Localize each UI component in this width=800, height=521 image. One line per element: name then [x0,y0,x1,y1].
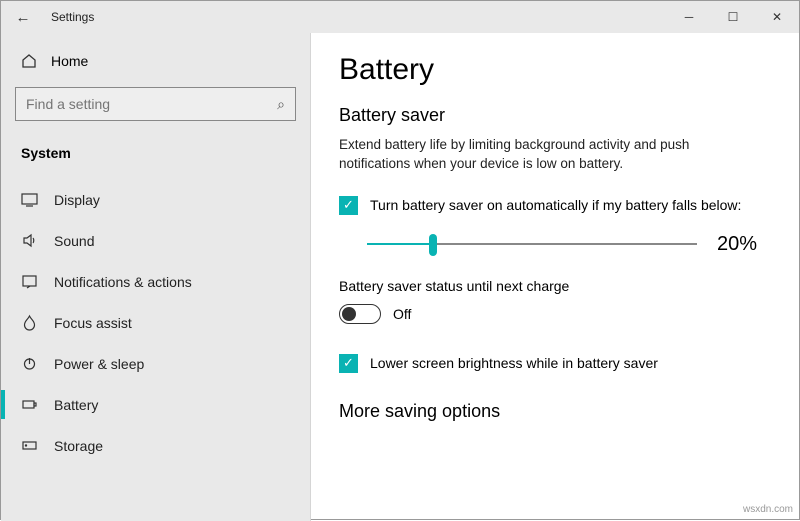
section-title-more-saving: More saving options [339,401,771,422]
battery-saver-description: Extend battery life by limiting backgrou… [339,136,759,174]
content-pane: Battery Battery saver Extend battery lif… [311,33,799,521]
sidebar-item-notifications[interactable]: Notifications & actions [15,261,296,302]
auto-saver-label: Turn battery saver on automatically if m… [370,197,741,213]
sidebar-item-label: Power & sleep [54,356,144,372]
minimize-button[interactable]: ─ [667,1,711,33]
slider-thumb[interactable] [429,234,437,256]
sidebar-item-label: Battery [54,397,98,413]
sidebar-item-power-sleep[interactable]: Power & sleep [15,343,296,384]
brightness-checkbox[interactable]: ✓ [339,354,358,373]
search-input[interactable] [26,96,277,112]
close-button[interactable]: ✕ [755,1,799,33]
maximize-button[interactable]: ☐ [711,1,755,33]
section-title-battery-saver: Battery saver [339,105,771,126]
sidebar-group-system: System [15,139,296,179]
sidebar-item-sound[interactable]: Sound [15,220,296,261]
focus-assist-icon [21,314,38,331]
threshold-percent-label: 20% [717,233,757,256]
sidebar-home-label: Home [51,53,88,69]
sound-icon [21,232,38,249]
page-title: Battery [339,53,771,87]
sidebar-item-focus-assist[interactable]: Focus assist [15,302,296,343]
notifications-icon [21,273,38,290]
status-toggle-row: Off [339,304,771,324]
sidebar-item-label: Display [54,192,100,208]
brightness-label: Lower screen brightness while in battery… [370,355,658,371]
sidebar-item-label: Sound [54,233,94,249]
storage-icon [21,437,38,454]
status-toggle[interactable] [339,304,381,324]
status-until-charge-label: Battery saver status until next charge [339,278,771,294]
threshold-slider-row: 20% [367,233,771,256]
sidebar-item-battery[interactable]: Battery [15,384,296,425]
sidebar: Home ⌕ System Display Sound Notification… [1,33,311,521]
watermark: wsxdn.com [743,504,793,515]
auto-saver-row: ✓ Turn battery saver on automatically if… [339,196,771,215]
power-icon [21,355,38,372]
search-icon: ⌕ [277,96,285,113]
toggle-knob [342,307,356,321]
window-controls: ─ ☐ ✕ [667,1,799,33]
sidebar-home[interactable]: Home [15,43,296,79]
sidebar-item-display[interactable]: Display [15,179,296,220]
sidebar-item-label: Storage [54,438,103,454]
slider-track-fill [367,243,433,245]
status-toggle-state: Off [393,306,411,322]
threshold-slider[interactable] [367,234,697,254]
display-icon [21,191,38,208]
search-box[interactable]: ⌕ [15,87,296,121]
sidebar-item-storage[interactable]: Storage [15,425,296,466]
auto-saver-checkbox[interactable]: ✓ [339,196,358,215]
window-title: Settings [45,10,94,24]
sidebar-item-label: Focus assist [54,315,132,331]
brightness-row: ✓ Lower screen brightness while in batte… [339,354,771,373]
sidebar-item-label: Notifications & actions [54,274,192,290]
home-icon [21,53,37,69]
battery-icon [21,396,38,413]
back-button[interactable]: ← [1,9,45,26]
